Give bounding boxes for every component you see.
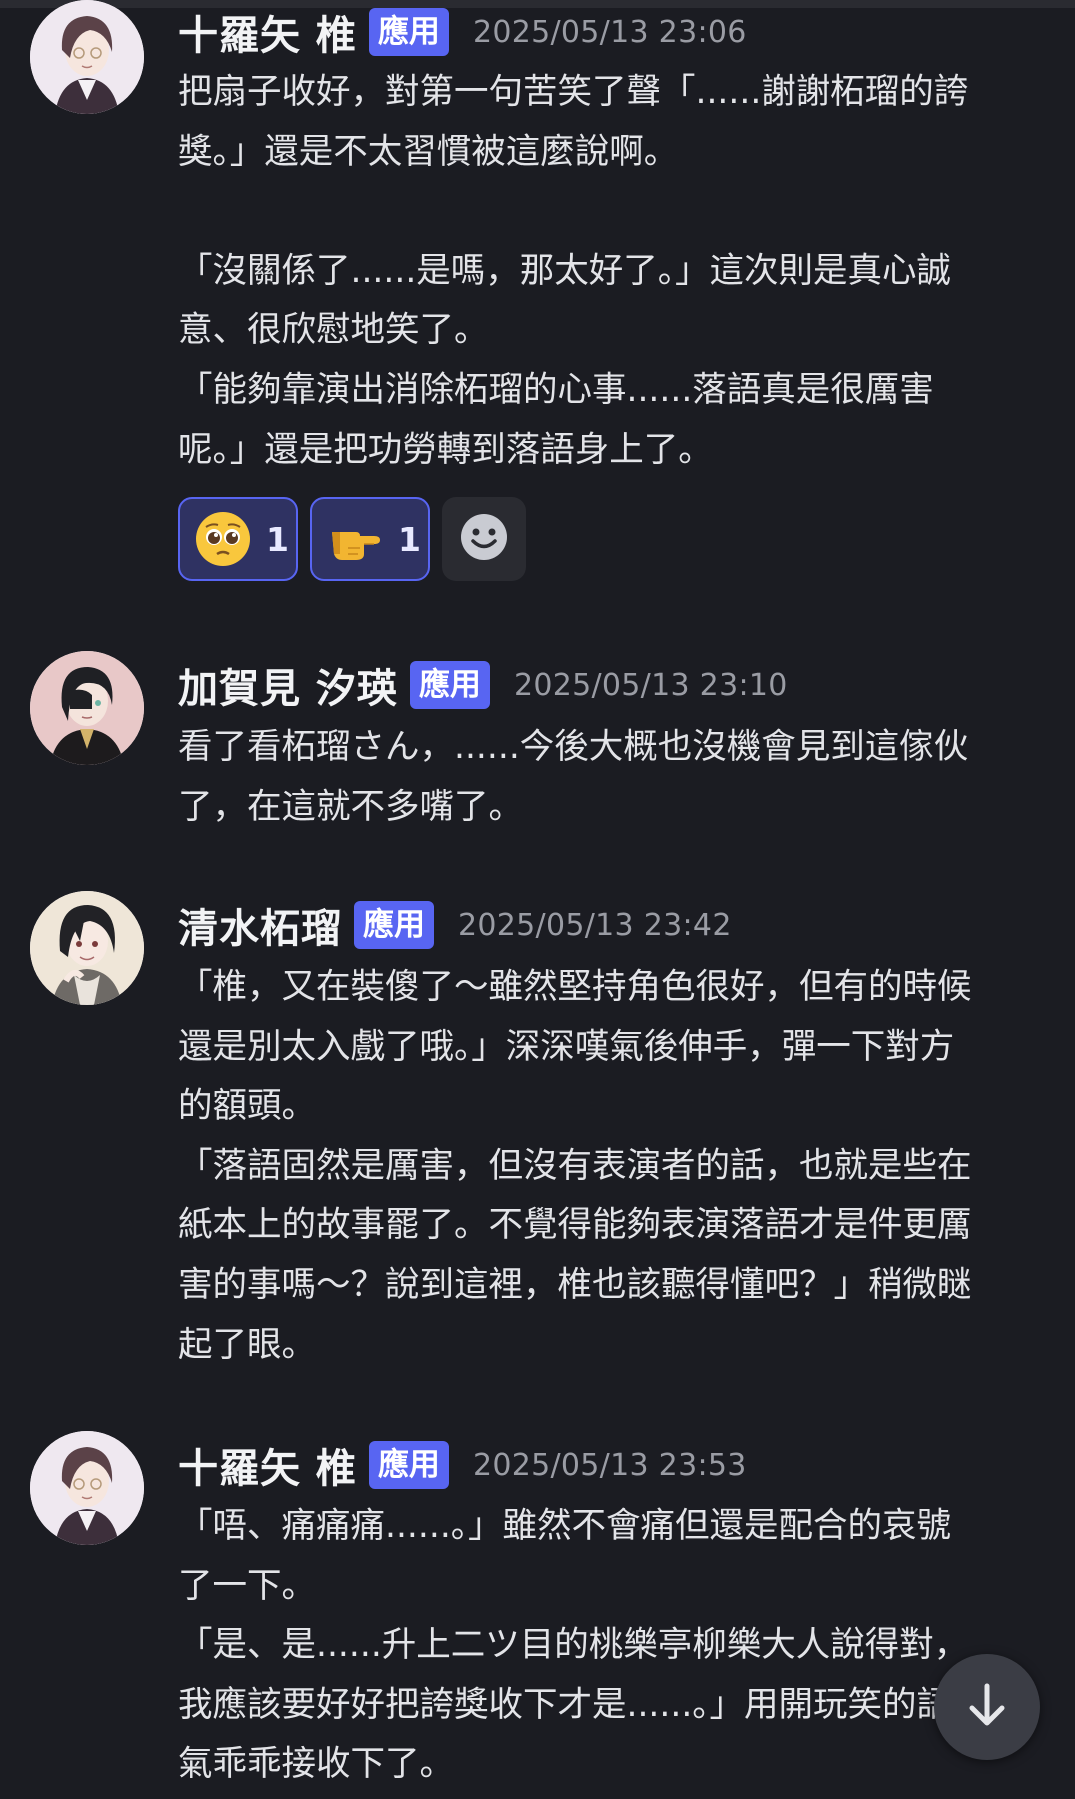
arrow-down-icon bbox=[962, 1680, 1012, 1734]
avatar-sekiei[interactable] bbox=[30, 651, 144, 765]
reaction-count: 1 bbox=[398, 519, 421, 559]
reaction-pleading[interactable]: 1 bbox=[178, 497, 298, 581]
author-name[interactable]: 加賀見 汐瑛 bbox=[178, 656, 398, 714]
pointing-hand-icon bbox=[326, 510, 384, 568]
reaction-count: 1 bbox=[266, 519, 289, 559]
author-name[interactable]: 十羅矢 椎 bbox=[178, 3, 357, 61]
pleading-face-icon bbox=[194, 510, 252, 568]
app-badge: 應用 bbox=[368, 1441, 449, 1489]
timestamp: 2025/05/13 23:53 bbox=[472, 1447, 747, 1483]
author-name[interactable]: 清水柘瑠 bbox=[178, 896, 342, 954]
avatar-shii[interactable] bbox=[30, 0, 144, 114]
message-text: 「椎，又在裝傻了～雖然堅持角色很好，但有的時候 還是別太入戲了哦。」深深嘆氣後伸… bbox=[178, 967, 972, 1365]
timestamp: 2025/05/13 23:06 bbox=[472, 14, 747, 50]
app-badge: 應用 bbox=[354, 901, 434, 949]
message-text: 看了看柘瑠さん，......今後大概也沒機會見到這傢伙 了，在這就不多嘴了。 bbox=[178, 727, 969, 827]
author-name[interactable]: 十羅矢 椎 bbox=[178, 1436, 357, 1494]
message-text: 把扇子收好，對第一句苦笑了聲「......謝謝柘瑠的誇 獎。」還是不太習慣被這麼… bbox=[178, 72, 969, 470]
add-reaction-button[interactable] bbox=[442, 497, 526, 581]
scroll-to-bottom-button[interactable] bbox=[934, 1654, 1040, 1760]
reaction-bar: 1 1 bbox=[178, 497, 526, 581]
message-text: 「唔、痛痛痛......。」雖然不會痛但還是配合的哀號 了一下。 「是、是...… bbox=[178, 1506, 969, 1785]
avatar-shii[interactable] bbox=[30, 1431, 144, 1545]
app-badge: 應用 bbox=[409, 661, 490, 709]
app-badge: 應用 bbox=[368, 8, 449, 56]
reaction-pointing-hand[interactable]: 1 bbox=[310, 497, 430, 581]
avatar-takuru[interactable] bbox=[30, 891, 144, 1005]
smiley-add-reaction-icon bbox=[459, 512, 509, 566]
timestamp: 2025/05/13 23:42 bbox=[458, 907, 732, 943]
timestamp: 2025/05/13 23:10 bbox=[513, 667, 788, 703]
